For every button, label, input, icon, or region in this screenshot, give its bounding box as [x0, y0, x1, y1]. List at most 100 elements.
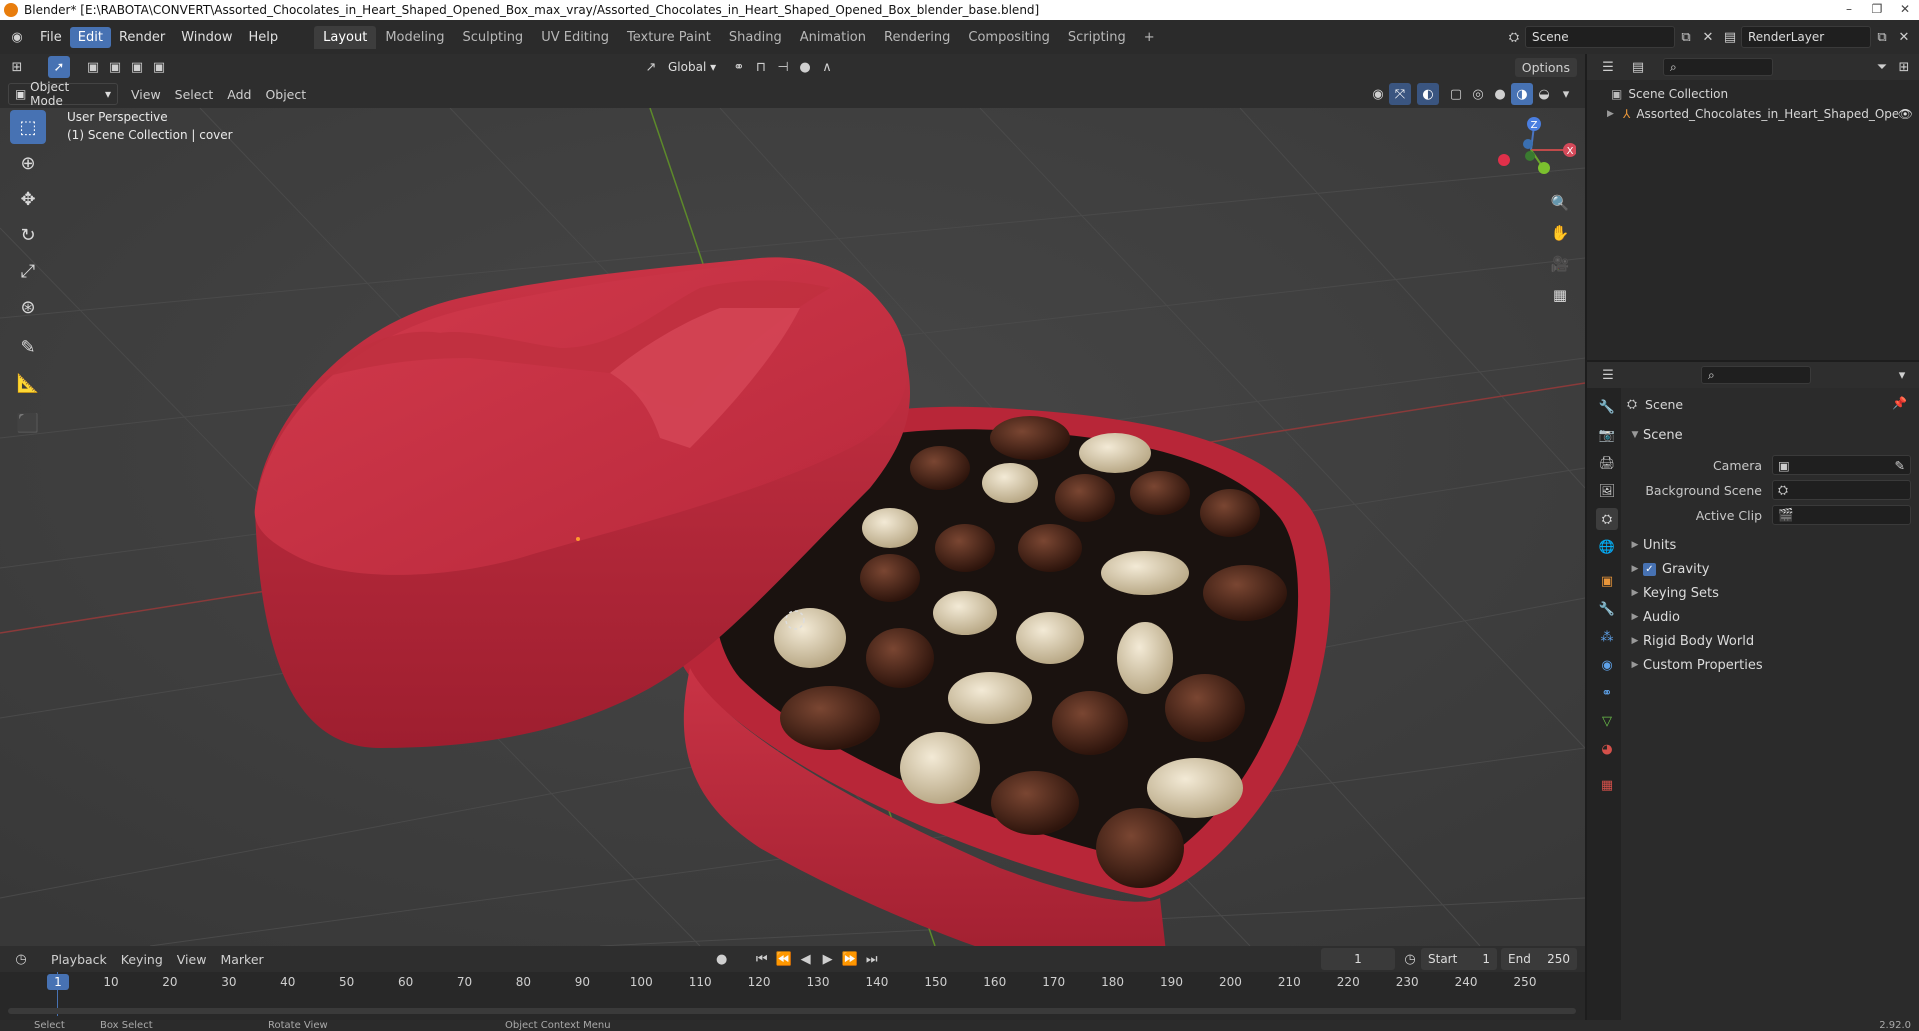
scene-section-header[interactable]: ▼ Scene [1627, 424, 1911, 446]
use-preview-range-icon[interactable]: ◷ [1399, 948, 1421, 970]
camera-field[interactable]: ▣ ✎ [1772, 455, 1911, 475]
audio-panel[interactable]: ▶ Audio [1627, 606, 1911, 628]
outliner-display-mode-icon[interactable]: ▤ [1627, 56, 1649, 78]
properties-editor-type-icon[interactable]: ☰ [1597, 364, 1619, 386]
gizmo-neg-x-icon[interactable] [1498, 154, 1510, 166]
constraints-tab-icon[interactable]: ⚭ [1596, 682, 1618, 704]
menu-window[interactable]: Window [173, 27, 240, 48]
keying-sets-panel[interactable]: ▶ Keying Sets [1627, 582, 1911, 604]
timeline-menu-view[interactable]: View [170, 950, 214, 969]
output-tab-icon[interactable]: 🖨 [1596, 452, 1618, 474]
play-reverse-icon[interactable]: ◀ [795, 948, 817, 970]
view-layer-selector[interactable]: RenderLayer [1741, 26, 1871, 48]
scene-selector[interactable]: Scene [1525, 26, 1675, 48]
wireframe-shading-icon[interactable]: ◎ [1467, 83, 1489, 105]
properties-search-input[interactable]: ⌕ [1701, 366, 1811, 384]
data-tab-icon[interactable]: ▽ [1596, 710, 1618, 732]
tab-rendering[interactable]: Rendering [875, 26, 959, 49]
xray-toggle-icon[interactable]: ▢ [1445, 83, 1467, 105]
tool-annotate[interactable]: ✎ [10, 330, 46, 364]
tab-shading[interactable]: Shading [720, 26, 791, 49]
snap-target-icon[interactable]: ⊣ [772, 56, 794, 78]
navigation-gizmo[interactable]: Z X [1486, 114, 1576, 184]
tab-modeling[interactable]: Modeling [376, 26, 453, 49]
mode-dropdown[interactable]: ▣ Object Mode ▾ [8, 80, 118, 108]
outliner-item-row[interactable]: ▶ ⅄ Assorted_Chocolates_in_Heart_Shaped_… [1607, 104, 1913, 124]
tool-measure[interactable]: 📐 [10, 366, 46, 400]
delete-view-layer-icon[interactable]: ✕ [1893, 26, 1915, 48]
tab-compositing[interactable]: Compositing [959, 26, 1059, 49]
select-mode-extend-icon[interactable]: ▣ [104, 56, 126, 78]
jump-keyframe-forward-icon[interactable]: ⏩ [839, 948, 861, 970]
tab-uv-editing[interactable]: UV Editing [532, 26, 618, 49]
viewport-menu-view[interactable]: View [124, 85, 168, 104]
jump-end-icon[interactable]: ⏭ [861, 948, 883, 970]
units-panel[interactable]: ▶ Units [1627, 534, 1911, 556]
tab-layout[interactable]: Layout [314, 25, 377, 49]
modifier-tab-icon[interactable]: 🔧 [1596, 598, 1618, 620]
timeline-menu-marker[interactable]: Marker [213, 950, 270, 969]
maximize-button[interactable]: ❐ [1863, 0, 1891, 20]
tool-select-box[interactable]: ⬚ [10, 110, 46, 144]
current-frame-field[interactable]: 1 [1321, 948, 1395, 970]
start-frame-field[interactable]: Start 1 [1421, 948, 1497, 970]
pin-icon[interactable]: 📌 [1892, 396, 1907, 410]
minimize-button[interactable]: – [1835, 0, 1863, 20]
texture-tab-icon[interactable]: ▦ [1596, 774, 1618, 796]
shading-options-icon[interactable]: ▾ [1555, 83, 1577, 105]
properties-options-icon[interactable]: ▾ [1891, 364, 1913, 386]
background-scene-field[interactable]: ⛭ [1772, 480, 1911, 500]
object-tab-icon[interactable]: ▣ [1596, 570, 1618, 592]
menu-render[interactable]: Render [111, 27, 173, 48]
tab-sculpting[interactable]: Sculpting [453, 26, 532, 49]
proportional-edit-icon[interactable]: ● [794, 56, 816, 78]
tool-tab-icon[interactable]: 🔧 [1596, 396, 1618, 418]
viewport-menu-add[interactable]: Add [220, 85, 258, 104]
gravity-panel[interactable]: ▶ ✓ Gravity [1627, 558, 1911, 580]
gizmo-neg-z-icon[interactable] [1523, 139, 1533, 149]
viewport-menu-object[interactable]: Object [258, 85, 313, 104]
rigid-body-world-panel[interactable]: ▶ Rigid Body World [1627, 630, 1911, 652]
timeline-scrollbar[interactable] [8, 1008, 1576, 1014]
outliner-root-row[interactable]: ▣ Scene Collection [1611, 84, 1728, 104]
timeline-menu-playback[interactable]: Playback [44, 950, 114, 969]
gravity-checkbox[interactable]: ✓ [1643, 562, 1656, 576]
zoom-icon[interactable]: 🔍 [1547, 190, 1573, 216]
tool-cursor[interactable]: ⊕ [10, 146, 46, 180]
tool-scale[interactable]: ⤢ [10, 254, 46, 288]
active-clip-field[interactable]: 🎬 [1772, 505, 1911, 525]
tool-move[interactable]: ✥ [10, 182, 46, 216]
play-icon[interactable]: ▶ [817, 948, 839, 970]
timeline-ruler[interactable]: 1 10 20 30 40 50 60 70 80 90 100 110 120 130 140 150 160… [0, 972, 1585, 1020]
world-tab-icon[interactable]: 🌐 [1596, 536, 1618, 558]
select-mode-new-icon[interactable]: ▣ [82, 56, 104, 78]
delete-scene-icon[interactable]: ✕ [1697, 26, 1719, 48]
eyedropper-icon[interactable]: ✎ [1895, 458, 1905, 473]
jump-start-icon[interactable]: ⏮ [751, 948, 773, 970]
expand-arrow-icon[interactable]: ▶ [1607, 109, 1623, 119]
tool-rotate[interactable]: ↻ [10, 218, 46, 252]
gizmo-neg-y-icon[interactable] [1525, 151, 1535, 161]
close-button[interactable]: ✕ [1891, 0, 1919, 20]
3d-viewport[interactable]: User Perspective (1) Scene Collection | … [0, 108, 1585, 946]
viewport-menu-select[interactable]: Select [168, 85, 221, 104]
end-frame-field[interactable]: End 250 [1501, 948, 1577, 970]
perspective-toggle-icon[interactable]: ▦ [1547, 282, 1573, 308]
transform-orientation-dropdown[interactable]: Global ▾ [662, 56, 728, 78]
jump-keyframe-back-icon[interactable]: ⏪ [773, 948, 795, 970]
options-dropdown[interactable]: Options [1514, 57, 1577, 77]
pan-hand-icon[interactable]: ✋ [1547, 220, 1573, 246]
tool-transform[interactable]: ⊛ [10, 290, 46, 324]
custom-properties-panel[interactable]: ▶ Custom Properties [1627, 654, 1911, 676]
solid-shading-icon[interactable]: ● [1489, 83, 1511, 105]
add-workspace-button[interactable]: + [1135, 26, 1164, 49]
timeline-menu-keying[interactable]: Keying [114, 950, 170, 969]
particles-tab-icon[interactable]: ⁂ [1596, 626, 1618, 648]
menu-edit[interactable]: Edit [69, 26, 111, 48]
overlay-toggle-icon[interactable]: ◐ [1417, 83, 1439, 105]
outliner-editor-type-icon[interactable]: ☰ [1597, 56, 1619, 78]
view-layer-icon[interactable]: ▤ [1719, 26, 1741, 48]
transform-orientation-icon[interactable]: ↗ [640, 56, 662, 78]
tab-animation[interactable]: Animation [791, 26, 875, 49]
pivot-point-icon[interactable]: ⚭ [728, 56, 750, 78]
